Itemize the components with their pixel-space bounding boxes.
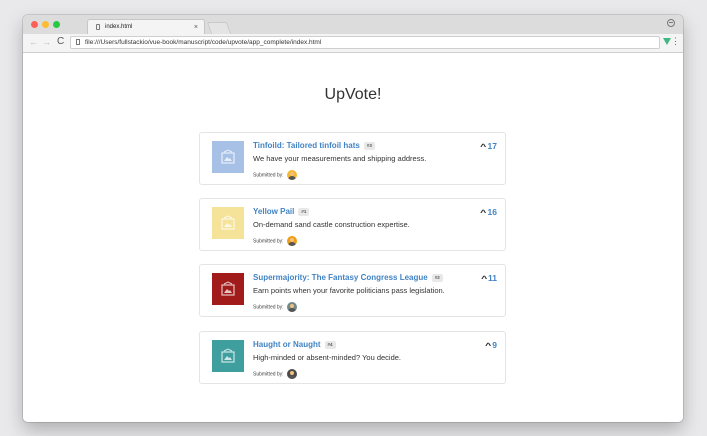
upvote-button[interactable]: ^11 [481, 273, 497, 283]
new-tab-button[interactable] [206, 22, 232, 34]
submitter-avatar [286, 369, 297, 379]
product-id-badge: #2 [431, 273, 443, 282]
maximize-window-button[interactable] [53, 21, 60, 28]
product-description: On-demand sand castle construction exper… [253, 220, 410, 229]
minimize-window-button[interactable] [42, 21, 49, 28]
product-id-badge: #3 [363, 141, 375, 150]
submitted-by-label: Submitted by: [253, 371, 284, 378]
product-description: High-minded or absent-minded? You decide… [253, 353, 402, 362]
submission-card: Supermajority: The Fantasy Congress Leag… [199, 264, 506, 317]
product-image [212, 207, 244, 239]
page-icon [76, 39, 80, 45]
forward-button[interactable]: → [42, 36, 51, 48]
image-placeholder-icon [221, 215, 235, 230]
submitted-by: Submitted by: [253, 302, 297, 312]
submitter-avatar [286, 302, 297, 312]
tab-index-html[interactable]: index.html × [87, 19, 205, 34]
product-title-link[interactable]: Yellow Pail #1 [253, 207, 310, 216]
vue-devtools-icon[interactable] [663, 38, 671, 45]
product-description: Earn points when your favorite politicia… [253, 286, 445, 295]
submission-card: Tinfoild: Tailored tinfoil hats #3 We have… [199, 132, 506, 185]
tab-title: index.html [105, 24, 133, 30]
title-bar: index.html × [23, 15, 683, 34]
image-placeholder-icon [221, 281, 235, 296]
submitted-by-label: Submitted by: [253, 304, 284, 311]
page-title: UpVote! [324, 86, 382, 103]
upvote-caret-icon[interactable]: ^ [480, 208, 486, 217]
reload-button[interactable]: C [57, 36, 64, 48]
submitted-by-label: Submitted by: [253, 238, 284, 245]
product-title-link[interactable]: Supermajority: The Fantasy Congress Leag… [253, 273, 443, 282]
product-image [212, 340, 244, 372]
upvote-button[interactable]: ^16 [480, 207, 497, 217]
product-title-link[interactable]: Tinfoild: Tailored tinfoil hats #3 [253, 141, 375, 150]
product-title[interactable]: Haught or Naught [253, 340, 321, 349]
image-placeholder-icon [221, 348, 235, 363]
address-bar[interactable]: file:///Users/fullstackio/vue-book/manus… [70, 36, 660, 49]
vote-count: 17 [487, 141, 497, 151]
product-title[interactable]: Supermajority: The Fantasy Congress Leag… [253, 273, 428, 282]
product-title[interactable]: Tinfoild: Tailored tinfoil hats [253, 141, 360, 150]
profile-icon[interactable] [667, 19, 675, 27]
submitted-by: Submitted by: [253, 369, 297, 379]
product-id-badge: #4 [324, 340, 336, 349]
upvote-caret-icon[interactable]: ^ [481, 274, 487, 283]
submission-card: Yellow Pail #1 On-demand sand castle const… [199, 198, 506, 251]
close-window-button[interactable] [31, 21, 38, 28]
product-title-link[interactable]: Haught or Naught #4 [253, 340, 336, 349]
product-id-badge: #1 [298, 207, 310, 216]
submitter-avatar [286, 236, 297, 246]
vote-count: 11 [488, 273, 497, 283]
page-content: UpVote! Tinfoild: Tailored tinfoil hats #… [23, 53, 683, 422]
vote-count: 9 [492, 340, 497, 350]
upvote-button[interactable]: ^17 [480, 141, 497, 151]
back-button[interactable]: ← [29, 36, 38, 48]
submitted-by: Submitted by: [253, 236, 297, 246]
product-description: We have your measurements and shipping a… [253, 154, 427, 163]
product-image [212, 273, 244, 305]
menu-icon[interactable]: ⋮ [671, 36, 680, 46]
image-placeholder-icon [221, 149, 235, 164]
close-tab-icon[interactable]: × [194, 20, 198, 35]
upvote-button[interactable]: ^9 [485, 340, 497, 350]
upvote-caret-icon[interactable]: ^ [480, 142, 486, 151]
product-image [212, 141, 244, 173]
browser-window: index.html × ← → C file:///Users/fullsta… [23, 15, 683, 422]
vote-count: 16 [487, 207, 497, 217]
submitter-avatar [286, 170, 297, 180]
submitted-by: Submitted by: [253, 170, 297, 180]
upvote-caret-icon[interactable]: ^ [485, 341, 491, 350]
submitted-by-label: Submitted by: [253, 172, 284, 179]
document-icon [96, 24, 100, 30]
submission-card: Haught or Naught #4 High-minded or absent-… [199, 331, 506, 384]
product-title[interactable]: Yellow Pail [253, 207, 294, 216]
browser-toolbar: ← → C file:///Users/fullstackio/vue-book… [23, 34, 683, 53]
url-text: file:///Users/fullstackio/vue-book/manus… [85, 39, 322, 46]
